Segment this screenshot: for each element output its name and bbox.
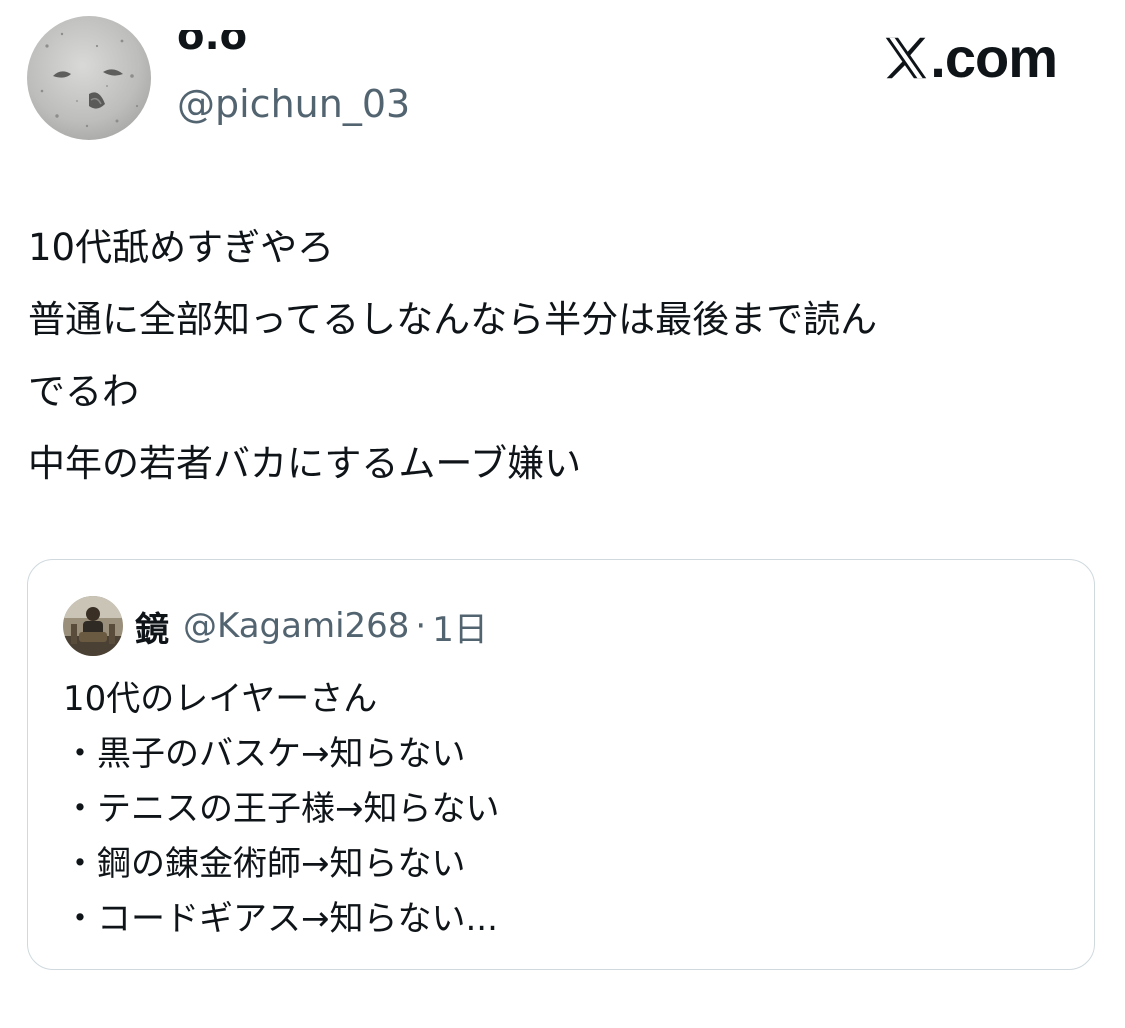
brand-suffix-text: .com [930,26,1058,89]
tweet-text: 10代舐めすぎやろ 普通に全部知ってるしなんなら半分は最後まで読ん でるわ 中年… [28,212,1088,500]
author-avatar[interactable] [27,16,151,140]
quoted-author-name[interactable]: 鏡 [135,602,169,651]
quoted-tweet-header: 鏡 @Kagami268 · 1日 [63,596,488,656]
stone-face-avatar-icon [27,16,151,140]
quoted-tweet-time[interactable]: 1日 [432,602,488,651]
quoted-tweet-card[interactable]: 鏡 @Kagami268 · 1日 10代のレイヤーさん ・黒子のバスケ→知らな… [27,559,1095,970]
author-handle[interactable]: @pichun_03 [177,80,410,128]
separator-dot: · [415,606,427,646]
quoted-line: ・鋼の錬金術師→知らない [63,844,466,884]
x-logo-icon [886,37,927,79]
quoted-line: ・黒子のバスケ→知らない [63,734,466,774]
quoted-author-avatar[interactable] [63,596,123,656]
person-photo-avatar-icon [63,596,123,656]
site-brand: .com [884,26,1058,89]
author-display-name-text: o.o [177,30,248,59]
quoted-line: 10代のレイヤーさん [63,679,378,719]
quoted-author-handle[interactable]: @Kagami268 [183,606,409,646]
quoted-line: ・コードギアス→知らない... [63,899,498,939]
tweet-line: 10代舐めすぎやろ [28,226,335,269]
tweet-line: でるわ [28,370,139,413]
tweet-line: 普通に全部知ってるしなんなら半分は最後まで読ん [28,298,878,341]
quoted-line: ・テニスの王子様→知らない [63,789,500,829]
quoted-tweet-text: 10代のレイヤーさん ・黒子のバスケ→知らない ・テニスの王子様→知らない ・鋼… [63,672,1063,947]
author-display-name[interactable]: o.o [177,30,247,84]
tweet-line: 中年の若者バカにするムーブ嫌い [28,442,582,485]
tweet-header: o.o @pichun_03 .com [27,16,1097,142]
